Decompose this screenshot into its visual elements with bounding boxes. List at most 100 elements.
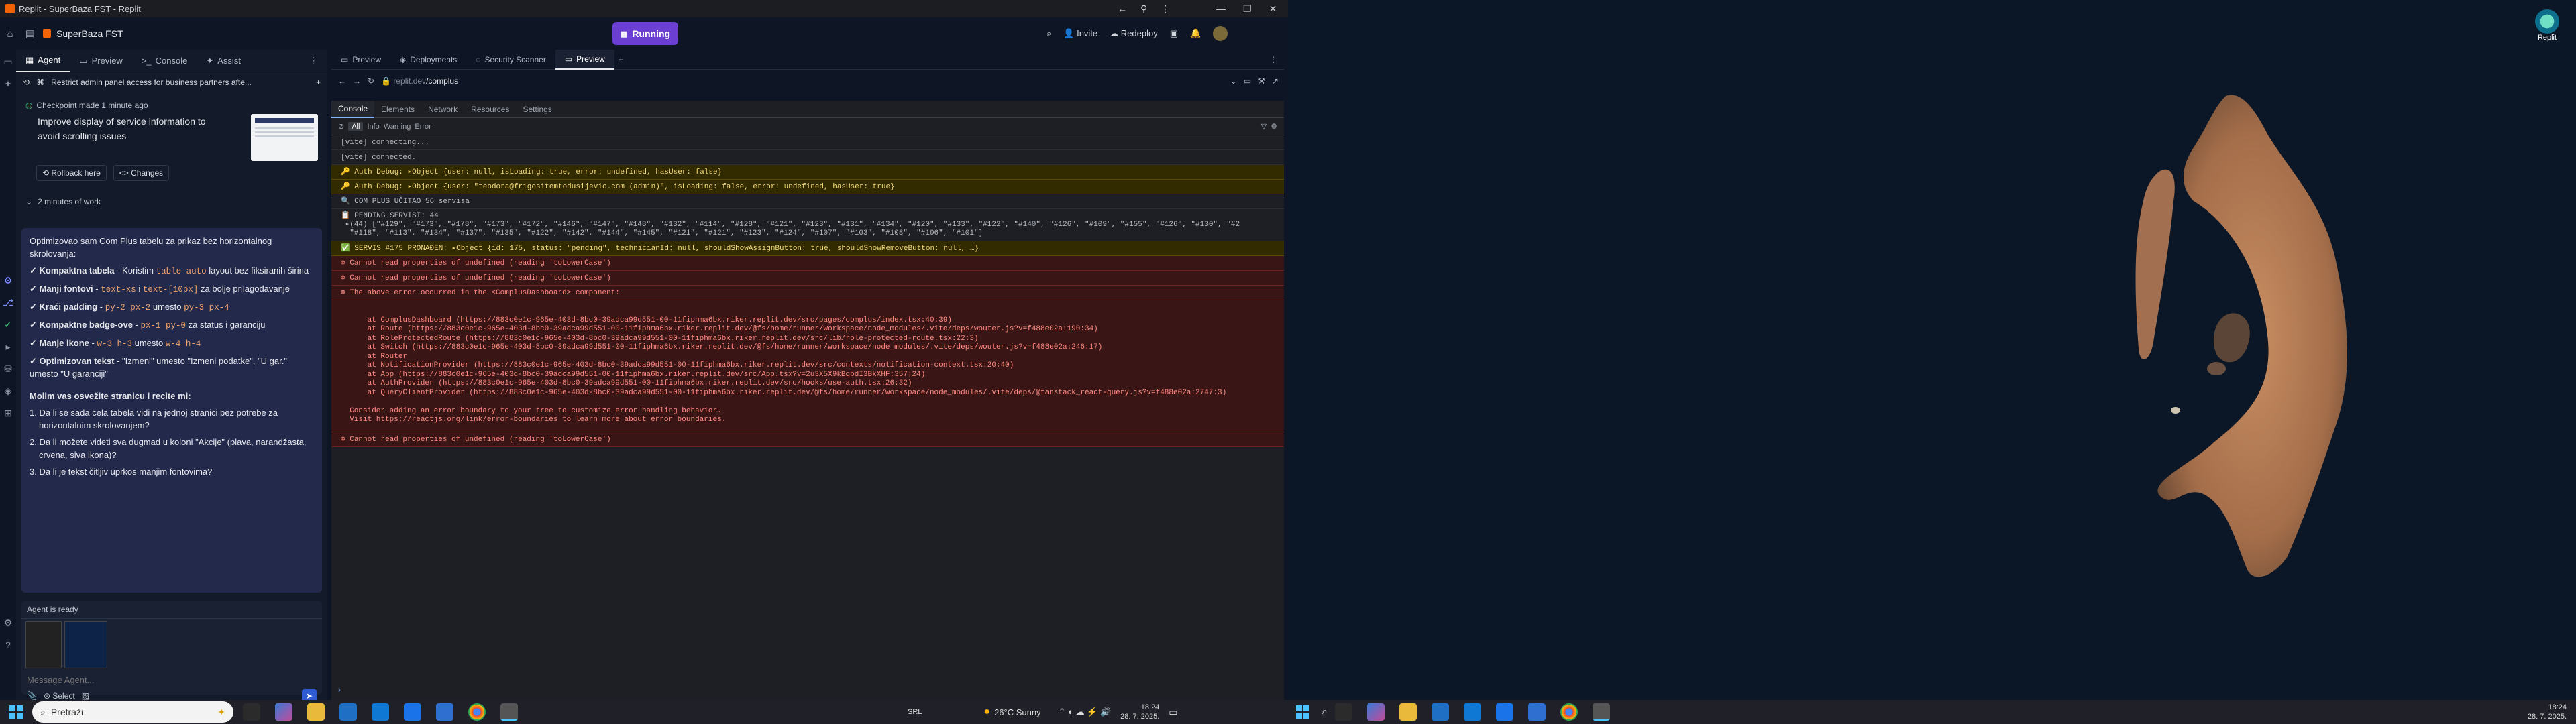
outlook-icon[interactable]	[1495, 703, 1513, 721]
attach-icon[interactable]: 📎	[27, 691, 37, 701]
store-icon[interactable]	[339, 703, 357, 721]
chrome-icon[interactable]	[468, 703, 486, 721]
clock[interactable]: 18:24 28. 7. 2025.	[2528, 703, 2567, 721]
calculator-icon[interactable]	[1527, 703, 1546, 721]
task-view-icon[interactable]	[243, 703, 260, 721]
database-icon[interactable]: ⛁	[4, 363, 12, 375]
git-icon[interactable]: ⎇	[3, 297, 13, 308]
tab-agent[interactable]: ▦ Agent	[16, 50, 70, 72]
ws-tab-deployments[interactable]: ◈ Deployments	[390, 50, 466, 70]
console-settings-icon[interactable]: ⚙	[1271, 122, 1277, 131]
tray-icons[interactable]: ⌃ ◐ ☁ ⚡ 🔊	[1059, 707, 1112, 717]
level-all[interactable]: All	[348, 121, 364, 131]
settings-icon[interactable]: ⚙	[4, 617, 13, 629]
taskbar-search[interactable]: ⌕ Pretraži ✦	[32, 701, 233, 723]
redeploy-button[interactable]: ☁ Redeploy	[1110, 28, 1158, 39]
tab-assist[interactable]: ✦ Assist	[197, 50, 250, 72]
dt-tab-console[interactable]: Console	[331, 100, 375, 118]
changes-button[interactable]: <> Changes	[113, 165, 170, 181]
store-icon[interactable]	[1431, 703, 1449, 721]
mail-icon[interactable]	[1463, 703, 1481, 721]
outlook-icon[interactable]	[404, 703, 421, 721]
dt-tab-resources[interactable]: Resources	[464, 101, 516, 118]
ws-tab-security[interactable]: ◌ Security Scanner	[466, 50, 555, 70]
tabs-more-icon[interactable]: ⋮	[309, 56, 318, 66]
calculator-icon[interactable]	[436, 703, 453, 721]
open-external-icon[interactable]: ↗	[1272, 76, 1279, 86]
windows-start-icon[interactable]	[1296, 705, 1309, 719]
devtools-icon[interactable]: ⚒	[1258, 76, 1265, 86]
replit-app-icon[interactable]	[1592, 703, 1610, 721]
copilot-icon[interactable]	[275, 703, 292, 721]
replit-app-icon[interactable]	[500, 703, 518, 721]
files-icon[interactable]: ▭	[3, 56, 12, 68]
level-info[interactable]: Info	[367, 123, 379, 131]
task-view-icon[interactable]	[1334, 703, 1352, 721]
history-icon[interactable]: ⟲	[23, 78, 30, 87]
replit-desktop-shortcut[interactable]: Replit	[2529, 9, 2565, 42]
back-arrow-icon[interactable]: ←	[338, 76, 346, 86]
attachment-thumbnail[interactable]	[25, 621, 62, 668]
work-summary[interactable]: ⌄ 2 minutes of work	[25, 197, 318, 206]
secrets-icon[interactable]: ✓	[4, 319, 12, 330]
invite-button[interactable]: 👤 Invite	[1063, 28, 1097, 39]
level-warning[interactable]: Warning	[384, 123, 411, 131]
tools-icon[interactable]: ⚙	[4, 275, 13, 286]
language-indicator[interactable]: SRL	[908, 708, 922, 716]
close-button[interactable]: ✕	[1269, 3, 1277, 15]
chrome-icon[interactable]	[1560, 703, 1578, 721]
file-explorer-icon[interactable]	[307, 703, 325, 721]
agent-rail-icon[interactable]: ✦	[4, 78, 12, 90]
dt-tab-elements[interactable]: Elements	[374, 101, 421, 118]
home-icon[interactable]: ⌂	[0, 23, 20, 44]
search-icon[interactable]: ⌕	[1322, 706, 1328, 718]
back-icon[interactable]: ←	[1118, 3, 1127, 14]
search-icon[interactable]: ⌕	[1046, 28, 1051, 39]
avatar[interactable]	[1213, 26, 1228, 41]
console-prompt-icon[interactable]: ›	[338, 685, 341, 695]
apps-icon[interactable]: ⊞	[4, 408, 12, 419]
sidebar-toggle-icon[interactable]: ▤	[20, 23, 40, 44]
project-name[interactable]: SuperBaza FST	[56, 28, 123, 39]
add-tab-icon[interactable]: +	[619, 55, 623, 64]
dt-tab-settings[interactable]: Settings	[516, 101, 558, 118]
url-field[interactable]: 🔒 replit.dev/complus	[381, 76, 458, 86]
dt-tab-network[interactable]: Network	[421, 101, 464, 118]
forward-arrow-icon[interactable]: →	[353, 76, 361, 86]
reload-icon[interactable]: ↻	[368, 76, 374, 86]
new-thread-icon[interactable]: +	[316, 78, 321, 87]
image-icon[interactable]: ▨	[82, 691, 89, 701]
clear-console-icon[interactable]: ⊘	[338, 122, 344, 131]
thread-title[interactable]: Restrict admin panel access for business…	[51, 78, 252, 87]
ws-more-icon[interactable]: ⋮	[1269, 55, 1277, 64]
ws-tab-preview[interactable]: ▭ Preview	[331, 50, 390, 70]
select-button[interactable]: ⊙ Select	[44, 691, 75, 701]
extensions-icon[interactable]: ⚲	[1140, 3, 1147, 15]
bell-icon[interactable]: 🔔	[1190, 28, 1201, 39]
more-icon[interactable]: ⋮	[1161, 3, 1170, 15]
ws-tab-preview-active[interactable]: ▭ Preview	[555, 49, 614, 70]
help-icon[interactable]: ?	[5, 640, 11, 650]
run-button[interactable]: ▦ Running	[612, 22, 678, 45]
windows-start-icon[interactable]	[9, 705, 23, 719]
layout-icon[interactable]: ▣	[1170, 28, 1178, 39]
checkpoint-thumbnail[interactable]	[251, 114, 318, 161]
url-chevron-icon[interactable]: ⌄	[1230, 76, 1237, 86]
notifications-icon[interactable]: ▭	[1169, 707, 1177, 718]
devices-icon[interactable]: ▭	[1244, 76, 1251, 86]
filter-icon[interactable]: ▽	[1261, 122, 1267, 131]
level-error[interactable]: Error	[415, 123, 431, 131]
tab-console[interactable]: >_ Console	[132, 50, 197, 72]
deploy-icon[interactable]: ◈	[5, 385, 12, 397]
shell-icon[interactable]: ▸	[5, 341, 10, 353]
maximize-button[interactable]: ❐	[1243, 3, 1252, 15]
minimize-button[interactable]: —	[1216, 3, 1226, 14]
copilot-icon[interactable]	[1366, 703, 1385, 721]
rollback-button[interactable]: ⟲ Rollback here	[36, 165, 107, 181]
file-explorer-icon[interactable]	[1399, 703, 1417, 721]
mail-icon[interactable]	[372, 703, 389, 721]
tab-preview[interactable]: ▭ Preview	[70, 50, 132, 72]
clock[interactable]: 18:24 28. 7. 2025.	[1120, 703, 1159, 721]
message-input[interactable]	[27, 675, 309, 685]
weather-text[interactable]: 26°C Sunny	[994, 707, 1041, 717]
